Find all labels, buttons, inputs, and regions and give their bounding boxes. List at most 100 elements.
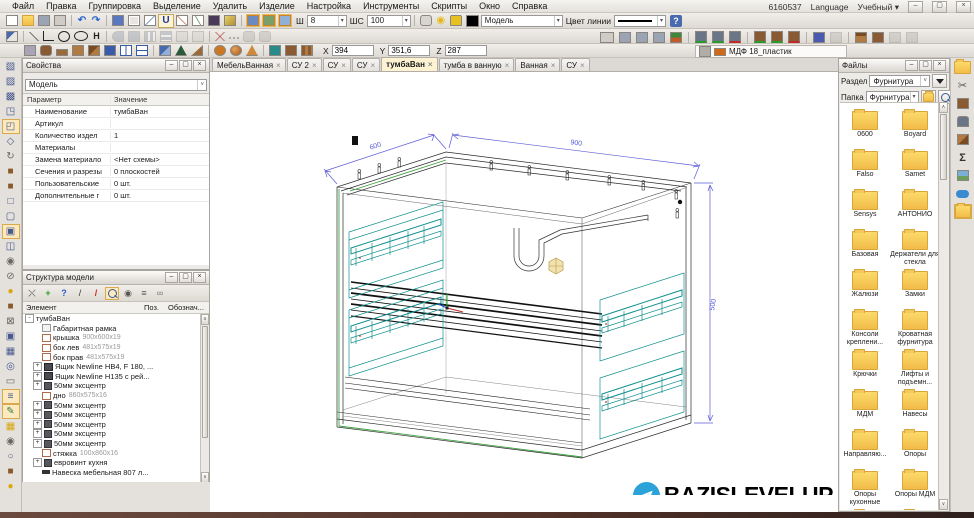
ellipse-icon[interactable]	[74, 31, 88, 41]
panel-minimize-button[interactable]: –	[165, 272, 178, 283]
view3d-icon[interactable]	[104, 45, 116, 56]
menu-grouping[interactable]: Группировка	[83, 1, 147, 11]
coord-z-input[interactable]	[444, 45, 487, 56]
tree-expander[interactable]: +	[33, 371, 42, 381]
menu-file[interactable]: Файл	[6, 1, 40, 11]
folder-item[interactable]: Крючки	[840, 349, 890, 391]
mirror-icon[interactable]	[112, 30, 124, 42]
fastener-add-icon[interactable]	[695, 31, 707, 43]
tools-icon[interactable]: ⤬	[25, 287, 39, 300]
visibility-icon[interactable]: ◉	[121, 287, 135, 300]
light-icon[interactable]: ●	[2, 284, 20, 299]
line-draw-icon[interactable]	[176, 15, 188, 26]
block3d-icon[interactable]	[285, 45, 297, 56]
close-icon[interactable]: ×	[428, 60, 433, 69]
shell-icon[interactable]	[269, 45, 281, 56]
magnifier-icon[interactable]: ○	[2, 449, 20, 464]
materials-box-icon[interactable]	[954, 96, 972, 111]
fastener-scheme-icon[interactable]	[653, 31, 665, 43]
grid-icon[interactable]	[128, 15, 140, 26]
folder-item[interactable]: МДМ	[840, 389, 890, 431]
view-right-icon[interactable]: ◳	[2, 104, 20, 119]
fastener-group-icon[interactable]	[619, 31, 631, 43]
block-icon[interactable]	[830, 31, 842, 43]
menu-selection[interactable]: Выделение	[147, 1, 207, 11]
menu-product[interactable]: Изделие	[253, 1, 301, 11]
monitor-icon[interactable]: ▭	[2, 374, 20, 389]
folder-item[interactable]: Консоли креплени...	[840, 309, 890, 351]
add-object-icon[interactable]: +	[41, 287, 55, 300]
files-scrollbar[interactable]: ∧ ∨	[938, 102, 948, 510]
tab-su[interactable]: СУ ×	[322, 58, 351, 71]
panel-float-button[interactable]: ▢	[179, 60, 192, 71]
help-icon[interactable]: ?	[670, 14, 683, 27]
copy-icon[interactable]	[176, 30, 188, 42]
array2-icon[interactable]	[160, 30, 172, 42]
tree-item[interactable]: +50мм эксцентр	[23, 429, 209, 439]
scroll-down-button[interactable]: ∨	[939, 499, 948, 510]
folder-item[interactable]: Boyard	[890, 109, 940, 151]
scroll-up-button[interactable]: ∧	[939, 102, 948, 113]
cone-icon[interactable]	[175, 45, 187, 56]
lock-icon[interactable]	[449, 15, 462, 26]
render-solid-icon[interactable]: ■	[2, 164, 20, 179]
redo-icon[interactable]: ↷	[89, 15, 103, 27]
split-h-icon[interactable]	[136, 45, 148, 56]
edit-mode-icon[interactable]: ✎	[1, 404, 20, 419]
property-row[interactable]: Материалы	[23, 142, 209, 154]
tree-item[interactable]: +50мм эксцентр	[23, 400, 209, 410]
view-back-icon[interactable]: ▨	[2, 74, 20, 89]
coord-x-input[interactable]	[331, 45, 374, 56]
array-icon[interactable]	[144, 30, 156, 42]
wireframe-active-icon[interactable]: ▣	[1, 224, 20, 239]
rotate-view-icon[interactable]: ◇	[2, 134, 20, 149]
link-chain-icon[interactable]: ∞	[153, 287, 167, 300]
panel-close-button[interactable]: ×	[193, 60, 206, 71]
coord-y-input[interactable]	[388, 45, 431, 56]
grid-snap-icon[interactable]: ▦	[2, 419, 20, 434]
tree-item[interactable]: + Ящик Newline Н135 с рей...	[23, 371, 209, 382]
close-icon[interactable]: ×	[276, 61, 281, 70]
tree-item[interactable]: дно 860x575x16	[23, 391, 209, 401]
model-viewport[interactable]: 600 900 500 BAZISLEVELUP	[210, 71, 838, 513]
hidden-lines-icon[interactable]: ▢	[2, 209, 20, 224]
panel-close-button[interactable]: ×	[933, 60, 946, 71]
view-front-icon[interactable]: ▧	[2, 59, 20, 74]
menu-window[interactable]: Окно	[473, 1, 506, 11]
sum-icon[interactable]: Σ	[954, 150, 972, 165]
split-v-icon[interactable]	[120, 45, 132, 56]
tab-tumba-v-vannuyu[interactable]: тумба в ванную ×	[438, 58, 515, 71]
tab-mebelvannaya[interactable]: МебельВанная ×	[212, 58, 286, 71]
panel-minimize-button[interactable]: –	[905, 60, 918, 71]
tree-item[interactable]: +50мм эксцентр	[23, 381, 209, 391]
tree-expander[interactable]: -	[25, 314, 34, 324]
mode-menu[interactable]: Учебный ▾	[857, 2, 899, 13]
menu-settings[interactable]: Настройка	[301, 1, 357, 11]
select-group-icon[interactable]	[263, 15, 275, 26]
menu-scripts[interactable]: Скрипты	[425, 1, 473, 11]
material-cube-icon[interactable]: ■	[2, 299, 20, 314]
close-icon[interactable]: ×	[371, 61, 376, 70]
link-icon[interactable]	[243, 30, 255, 42]
help-edit-icon[interactable]: ?	[57, 287, 71, 300]
tree-expander[interactable]: +	[33, 439, 42, 449]
panel-minimize-button[interactable]: –	[165, 60, 178, 71]
folder-item[interactable]: Лифты и подъемн...	[890, 349, 940, 391]
new-file-icon[interactable]	[6, 15, 18, 26]
menu-delete[interactable]: Удалить	[207, 1, 253, 11]
folder-item[interactable]: Навесы	[890, 389, 940, 431]
block-add-icon[interactable]	[813, 31, 825, 43]
pyramid-icon[interactable]	[246, 45, 258, 56]
sketch-icon[interactable]	[6, 30, 18, 42]
folder-item[interactable]: Опоры	[890, 429, 940, 471]
minimize-button[interactable]: –	[908, 1, 923, 13]
solid-box-icon[interactable]	[24, 45, 36, 56]
material-bar[interactable]: МДФ 18_пластик	[695, 45, 847, 58]
line-icon[interactable]	[29, 31, 39, 41]
camera2-icon[interactable]: ◉	[2, 434, 20, 449]
tree-item[interactable]: бок лев 481x575x19	[23, 343, 209, 353]
wireframe-icon[interactable]: □	[2, 194, 20, 209]
fold-icon[interactable]	[159, 45, 171, 56]
tree-expander[interactable]: +	[33, 362, 42, 372]
close-icon[interactable]: ×	[312, 61, 317, 70]
